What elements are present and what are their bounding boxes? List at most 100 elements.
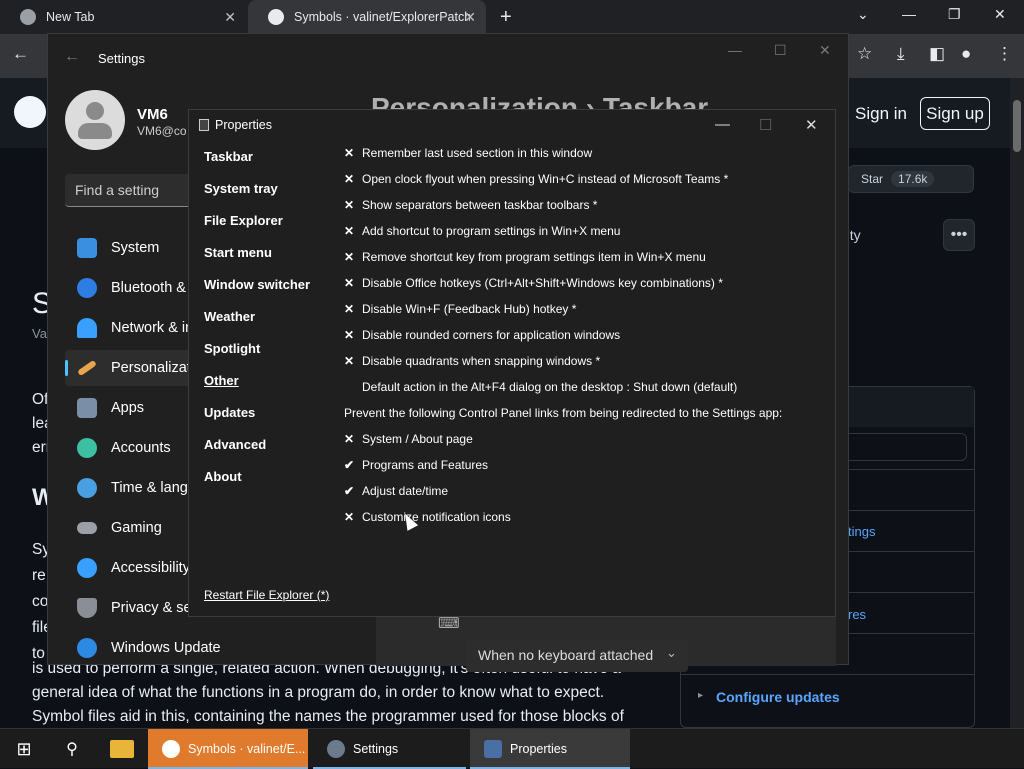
back-arrow-icon[interactable]: ←	[12, 44, 29, 64]
option-notification-icons[interactable]: ✕ Customize notification icons	[344, 507, 511, 527]
keyboard-dropdown[interactable]: When no keyboard attached ⌄	[466, 640, 688, 672]
sign-in-link[interactable]: Sign in	[855, 104, 907, 124]
minimize-button[interactable]: —	[728, 42, 742, 58]
heading-label: Prevent the following Control Panel link…	[344, 406, 783, 420]
properties-window: Properties — ☐ ✕ Taskbar System tray Fil…	[188, 109, 836, 617]
option-disable-rounded-corners[interactable]: ✕ Disable rounded corners for applicatio…	[344, 325, 620, 345]
file-explorer-button[interactable]	[100, 729, 144, 769]
section-window-switcher[interactable]: Window switcher	[204, 277, 310, 292]
user-email: VM6@co	[137, 124, 187, 138]
option-label: Customize notification icons	[362, 510, 511, 524]
option-disable-office-hotkeys[interactable]: ✕ Disable Office hotkeys (Ctrl+Alt+Shift…	[344, 273, 723, 293]
close-button[interactable]: ✕	[819, 42, 831, 59]
new-tab-button[interactable]: +	[500, 6, 512, 29]
section-start-menu[interactable]: Start menu	[204, 245, 272, 260]
section-file-explorer[interactable]: File Explorer	[204, 213, 283, 228]
unchecked-icon: ✕	[344, 146, 355, 160]
checkmark-icon: ✔	[344, 484, 355, 498]
option-disable-quadrants[interactable]: ✕ Disable quadrants when snapping window…	[344, 351, 600, 371]
option-label: Remember last used section in this windo…	[362, 146, 593, 160]
restore-button[interactable]: ❐	[948, 6, 961, 23]
close-tab-icon[interactable]: ✕	[464, 9, 476, 26]
minimize-button[interactable]: —	[715, 116, 730, 133]
nav-label: Privacy & sec	[111, 600, 199, 616]
option-clock-flyout[interactable]: ✕ Open clock flyout when pressing Win+C …	[344, 169, 728, 189]
taskbar-label: Properties	[510, 742, 567, 756]
option-label: Disable Office hotkeys (Ctrl+Alt+Shift+W…	[362, 276, 723, 290]
option-label: Remove shortcut key from program setting…	[362, 250, 706, 264]
menu-icon[interactable]: ⋮	[996, 44, 1013, 64]
side-panel-icon[interactable]: ◧	[929, 44, 945, 64]
nav-label: Accounts	[111, 440, 171, 456]
option-label: Open clock flyout when pressing Win+C in…	[362, 172, 729, 186]
browser-tab-bar: New Tab ✕ Symbols · valinet/ExplorerPatc…	[0, 0, 1024, 34]
accessibility-icon	[77, 558, 97, 578]
tab-search-icon[interactable]: ⌄	[857, 6, 869, 23]
chevron-right-icon: ▸	[698, 690, 704, 701]
star-button[interactable]: Star 17.6k	[848, 165, 974, 193]
close-window-button[interactable]: ✕	[994, 6, 1006, 23]
option-add-winx-shortcut[interactable]: ✕ Add shortcut to program settings in Wi…	[344, 221, 620, 241]
start-button[interactable]: ⊞	[0, 729, 48, 769]
minimize-button[interactable]: —	[902, 6, 916, 22]
section-about[interactable]: About	[204, 469, 242, 484]
nav-item-windows-update[interactable]: Windows Update	[65, 630, 225, 666]
github-logo-icon[interactable]	[14, 96, 46, 128]
option-adjust-datetime[interactable]: ✔ Adjust date/time	[344, 481, 448, 501]
section-weather[interactable]: Weather	[204, 309, 255, 324]
tab-symbols[interactable]: Symbols · valinet/ExplorerPatcher ✕	[248, 0, 486, 34]
section-advanced[interactable]: Advanced	[204, 437, 266, 452]
section-system-tray[interactable]: System tray	[204, 181, 278, 196]
section-taskbar[interactable]: Taskbar	[204, 149, 253, 164]
search-button[interactable]: ⚲	[50, 729, 94, 769]
scrollbar-thumb[interactable]	[1013, 100, 1021, 152]
option-label: Programs and Features	[362, 458, 489, 472]
unchecked-icon: ✕	[344, 250, 355, 264]
nav-label: Windows Update	[111, 640, 221, 656]
taskbar-chrome[interactable]: Symbols · valinet/E...	[148, 729, 308, 769]
option-programs-features[interactable]: ✔ Programs and Features	[344, 455, 488, 475]
toc-link-features[interactable]: res	[848, 607, 866, 622]
option-disable-winf[interactable]: ✕ Disable Win+F (Feedback Hub) hotkey *	[344, 299, 576, 319]
nav-label: System	[111, 240, 160, 256]
option-label: Add shortcut to program settings in Win+…	[362, 224, 621, 238]
section-spotlight[interactable]: Spotlight	[204, 341, 260, 356]
brush-icon	[77, 359, 97, 377]
taskbar: ⊞ ⚲ Symbols · valinet/E... Settings Prop…	[0, 728, 1024, 769]
unchecked-icon: ✕	[344, 432, 355, 446]
section-other[interactable]: Other	[204, 373, 239, 388]
tab-title: New Tab	[46, 10, 95, 24]
update-icon	[77, 638, 97, 658]
section-updates[interactable]: Updates	[204, 405, 255, 420]
restart-explorer-link[interactable]: Restart File Explorer (*)	[204, 588, 329, 602]
option-system-about[interactable]: ✕ System / About page	[344, 429, 473, 449]
avatar[interactable]	[65, 90, 125, 150]
toc-link-settings[interactable]: tings	[848, 524, 875, 539]
taskbar-settings[interactable]: Settings	[313, 729, 466, 769]
tab-new-tab[interactable]: New Tab ✕	[0, 0, 246, 34]
sign-up-button[interactable]: Sign up	[920, 97, 990, 130]
toc-link-configure-updates[interactable]: Configure updates	[716, 689, 840, 705]
more-options-button[interactable]: •••	[943, 219, 975, 251]
wifi-icon	[77, 318, 97, 338]
profile-icon[interactable]: ●	[961, 44, 971, 64]
nav-label: Gaming	[111, 520, 162, 536]
maximize-button[interactable]: ☐	[774, 42, 787, 59]
close-button[interactable]: ✕	[805, 116, 818, 134]
bookmark-star-icon[interactable]: ☆	[857, 44, 872, 64]
option-alt-f4-default-action[interactable]: Default action in the Alt+F4 dialog on t…	[362, 377, 737, 397]
taskbar-properties[interactable]: Properties	[470, 729, 630, 769]
back-arrow-icon[interactable]: ←	[64, 48, 80, 66]
option-toolbar-separators[interactable]: ✕ Show separators between taskbar toolba…	[344, 195, 597, 215]
page-scrollbar[interactable]	[1010, 78, 1024, 728]
star-count: 17.6k	[891, 171, 935, 187]
unchecked-icon: ✕	[344, 224, 355, 238]
close-tab-icon[interactable]: ✕	[224, 9, 236, 26]
option-label: System / About page	[362, 432, 473, 446]
download-icon[interactable]: ⤓	[897, 44, 905, 64]
dropdown-value: When no keyboard attached	[478, 647, 654, 663]
option-remember-section[interactable]: ✕ Remember last used section in this win…	[344, 143, 592, 163]
maximize-button[interactable]: ☐	[759, 116, 772, 134]
system-icon	[77, 238, 97, 258]
option-remove-shortcut-key[interactable]: ✕ Remove shortcut key from program setti…	[344, 247, 706, 267]
